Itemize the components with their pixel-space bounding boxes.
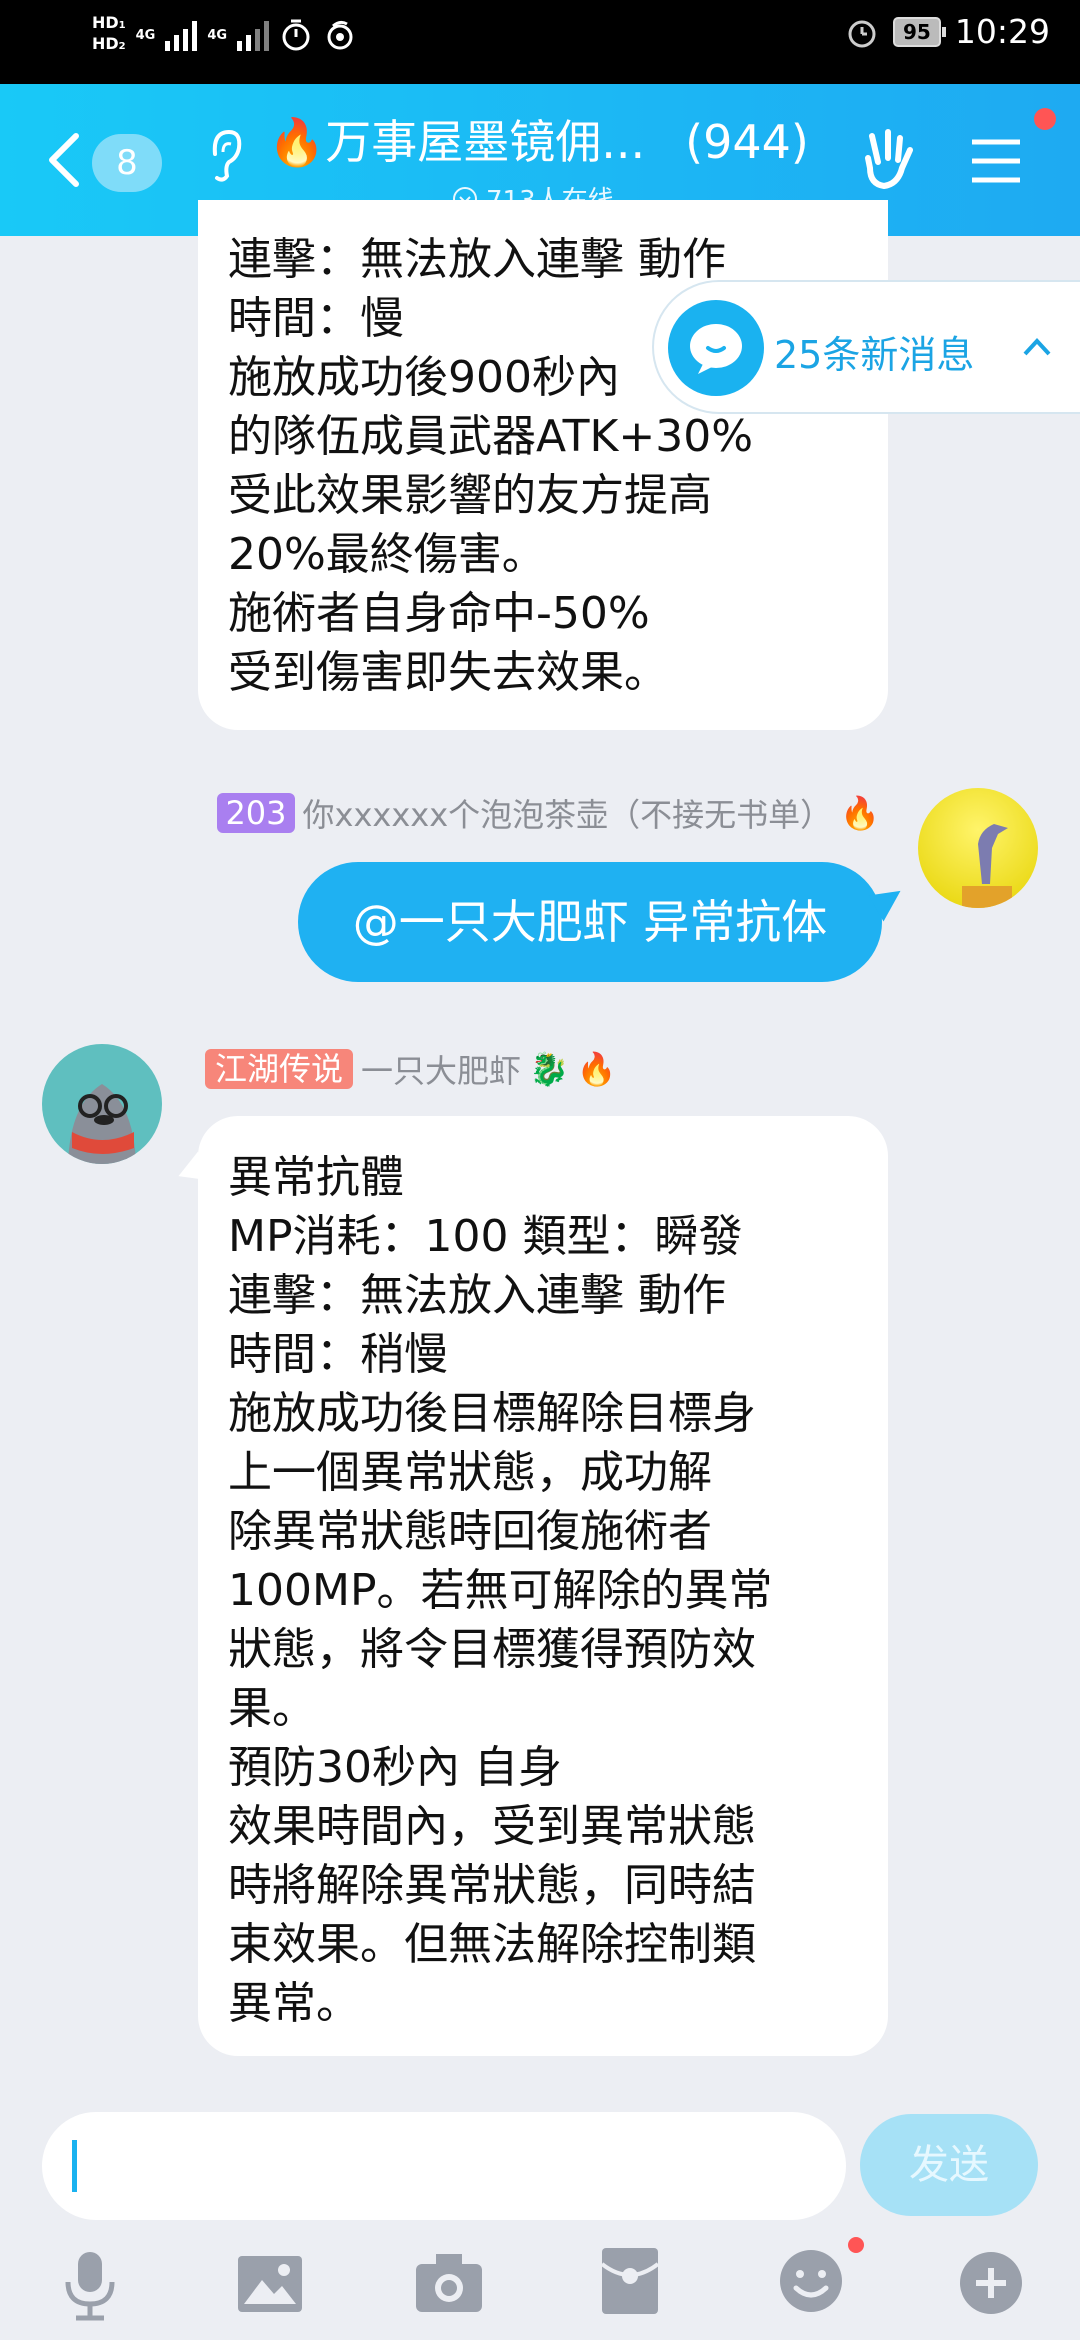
- message-line: 異常抗體: [228, 1152, 404, 1203]
- sender-name[interactable]: 一只大肥虾: [361, 1046, 521, 1092]
- sender-info: 203 你xxxxxx个泡泡茶壶（不接无书单） 🔥: [217, 790, 880, 836]
- battery-icon: 95: [892, 16, 946, 47]
- message-line: 100MP。若無可解除的異常: [228, 1565, 773, 1616]
- message-line: 的隊伍成員武器ATK+30%: [228, 411, 754, 462]
- input-toolbar: [0, 2240, 1080, 2340]
- hand-gesture-icon[interactable]: [858, 128, 920, 192]
- emoji-notification-dot: [848, 2237, 864, 2253]
- plus-icon[interactable]: [958, 2250, 1024, 2316]
- message-line: 果。: [228, 1683, 316, 1734]
- message-line: 時將解除異常狀態，同時結: [228, 1860, 756, 1911]
- message-line: 施術者自身命中-50%: [228, 588, 650, 639]
- message-line: 束效果。但無法解除控制類: [228, 1919, 756, 1970]
- hd1-label: HD: [92, 13, 119, 32]
- sync-icon: [327, 20, 353, 50]
- unread-count-badge[interactable]: 8: [92, 134, 162, 192]
- avatar[interactable]: [42, 1044, 162, 1164]
- image-icon[interactable]: [236, 2254, 304, 2314]
- message-line: 預防30秒內 自身: [228, 1742, 562, 1793]
- timer-icon: [282, 19, 310, 51]
- signal-icon-2: [237, 19, 270, 51]
- message-line: 狀態，將令目標獲得預防效: [228, 1624, 756, 1675]
- message-line: 施放成功後目標解除目標身: [228, 1388, 756, 1439]
- sender-info: 江湖传说 一只大肥虾 🐉 🔥: [205, 1046, 617, 1092]
- dragon-icon: 🐉: [529, 1050, 569, 1088]
- back-arrow-icon[interactable]: [44, 130, 84, 190]
- network-type-1: 4G: [135, 27, 156, 43]
- my-message-bubble[interactable]: @一只大肥虾 异常抗体: [298, 862, 882, 982]
- hd2-label: HD: [92, 34, 119, 53]
- status-bar: HD1 HD2 4G 4G 95 10:29: [0, 0, 1080, 84]
- fire-icon: 🔥: [576, 1050, 617, 1088]
- alarm-icon: [848, 20, 876, 47]
- message-line: MP消耗：100 類型：瞬發: [228, 1211, 743, 1262]
- message-line: 受此效果影響的友方提高: [228, 470, 712, 521]
- ear-icon[interactable]: [205, 126, 245, 186]
- chevron-up-icon: [1023, 338, 1051, 356]
- message-line: 異常。: [228, 1978, 360, 2029]
- message-line: 上一個異常狀態，成功解: [228, 1447, 712, 1498]
- microphone-icon[interactable]: [60, 2248, 120, 2324]
- message-bubble[interactable]: 異常抗體 MP消耗：100 類型：瞬發 連擊：無法放入連擊 動作 時間：稍慢 施…: [198, 1116, 888, 2056]
- message-line: 20%最終傷害。: [228, 529, 546, 580]
- red-packet-icon[interactable]: [600, 2246, 660, 2316]
- message-line: 連擊：無法放入連擊 動作: [228, 1270, 726, 1321]
- text-caret: [72, 2140, 77, 2192]
- send-button[interactable]: 发送: [860, 2114, 1038, 2216]
- camera-icon[interactable]: [414, 2252, 484, 2314]
- title-badge: 江湖传说: [205, 1049, 354, 1089]
- new-messages-label: 25条新消息: [774, 333, 975, 377]
- avatar[interactable]: [918, 788, 1038, 908]
- group-name: 🔥万事屋墨镜佣...: [268, 115, 646, 169]
- sender-name[interactable]: 你xxxxxx个泡泡茶壶（不接无书单）: [303, 790, 833, 836]
- hd-indicator: HD1 HD2: [92, 14, 126, 56]
- new-messages-button[interactable]: 25条新消息: [652, 280, 1080, 414]
- hd1-sub: 1: [118, 20, 126, 31]
- message-input[interactable]: [42, 2112, 846, 2220]
- emoji-icon[interactable]: [778, 2248, 844, 2314]
- level-badge: 203: [217, 793, 295, 833]
- menu-icon[interactable]: [968, 136, 1024, 186]
- group-title[interactable]: 🔥万事屋墨镜佣... (944): [268, 106, 809, 172]
- hd2-sub: 2: [118, 41, 126, 52]
- member-count: (944): [685, 115, 809, 169]
- signal-icon: [165, 19, 198, 51]
- message-line: 時間：稍慢: [228, 1329, 448, 1380]
- fire-icon: 🔥: [840, 794, 880, 832]
- message-line: 效果時間內，受到異常狀態: [228, 1801, 756, 1852]
- menu-notification-dot: [1034, 108, 1056, 130]
- network-type-2: 4G: [207, 27, 228, 43]
- chat-bubble-icon: [668, 300, 764, 396]
- clock: 10:29: [954, 12, 1050, 51]
- message-line: 受到傷害即失去效果。: [228, 647, 668, 698]
- message-line: 除異常狀態時回復施術者: [228, 1506, 712, 1557]
